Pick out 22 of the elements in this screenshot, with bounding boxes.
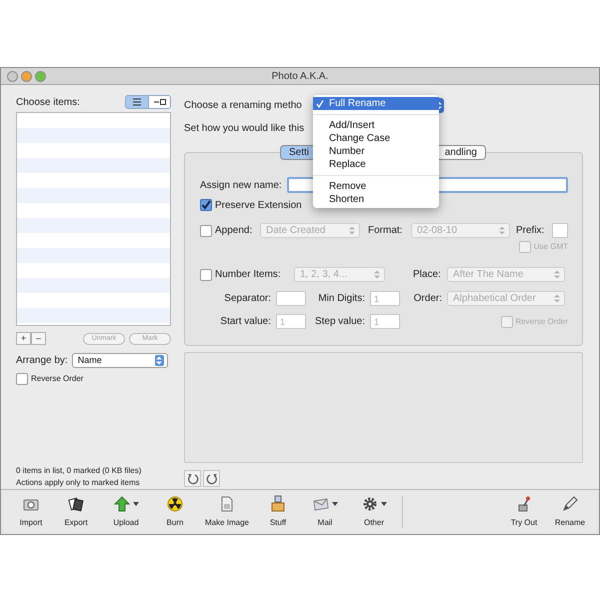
field-label: Order:: [412, 292, 442, 306]
field-label: Arrange by:: [16, 354, 68, 368]
field-label: Min Digits:: [317, 292, 365, 306]
field-label: Step value:: [314, 315, 365, 329]
field-label: Start value:: [219, 315, 271, 329]
checkbox-label: Use GMT: [534, 241, 568, 253]
status-text: 0 items in list, 0 marked (0 KB files): [16, 465, 142, 477]
prompt-text: Choose a renaming metho: [184, 98, 303, 112]
status-text: Actions apply only to marked items: [16, 477, 141, 489]
checkbox-label: Append:: [215, 224, 252, 238]
checkbox-label: Number Items:: [215, 268, 281, 282]
section-label: Choose items:: [16, 96, 80, 110]
window-title: Photo A.K.A.: [272, 70, 328, 84]
field-label: Separator:: [223, 292, 271, 306]
instruction-text: Set how you would like this: [184, 122, 306, 135]
field-label: Format:: [368, 224, 404, 238]
field-label: Assign new name:: [200, 178, 282, 192]
checkbox-label: Reverse Order: [31, 373, 84, 385]
field-label: Place:: [413, 268, 442, 282]
field-label: Prefix:: [516, 224, 546, 238]
checkbox-label: Reverse Order: [516, 316, 568, 328]
checkbox-label: Preserve Extension: [215, 198, 302, 212]
